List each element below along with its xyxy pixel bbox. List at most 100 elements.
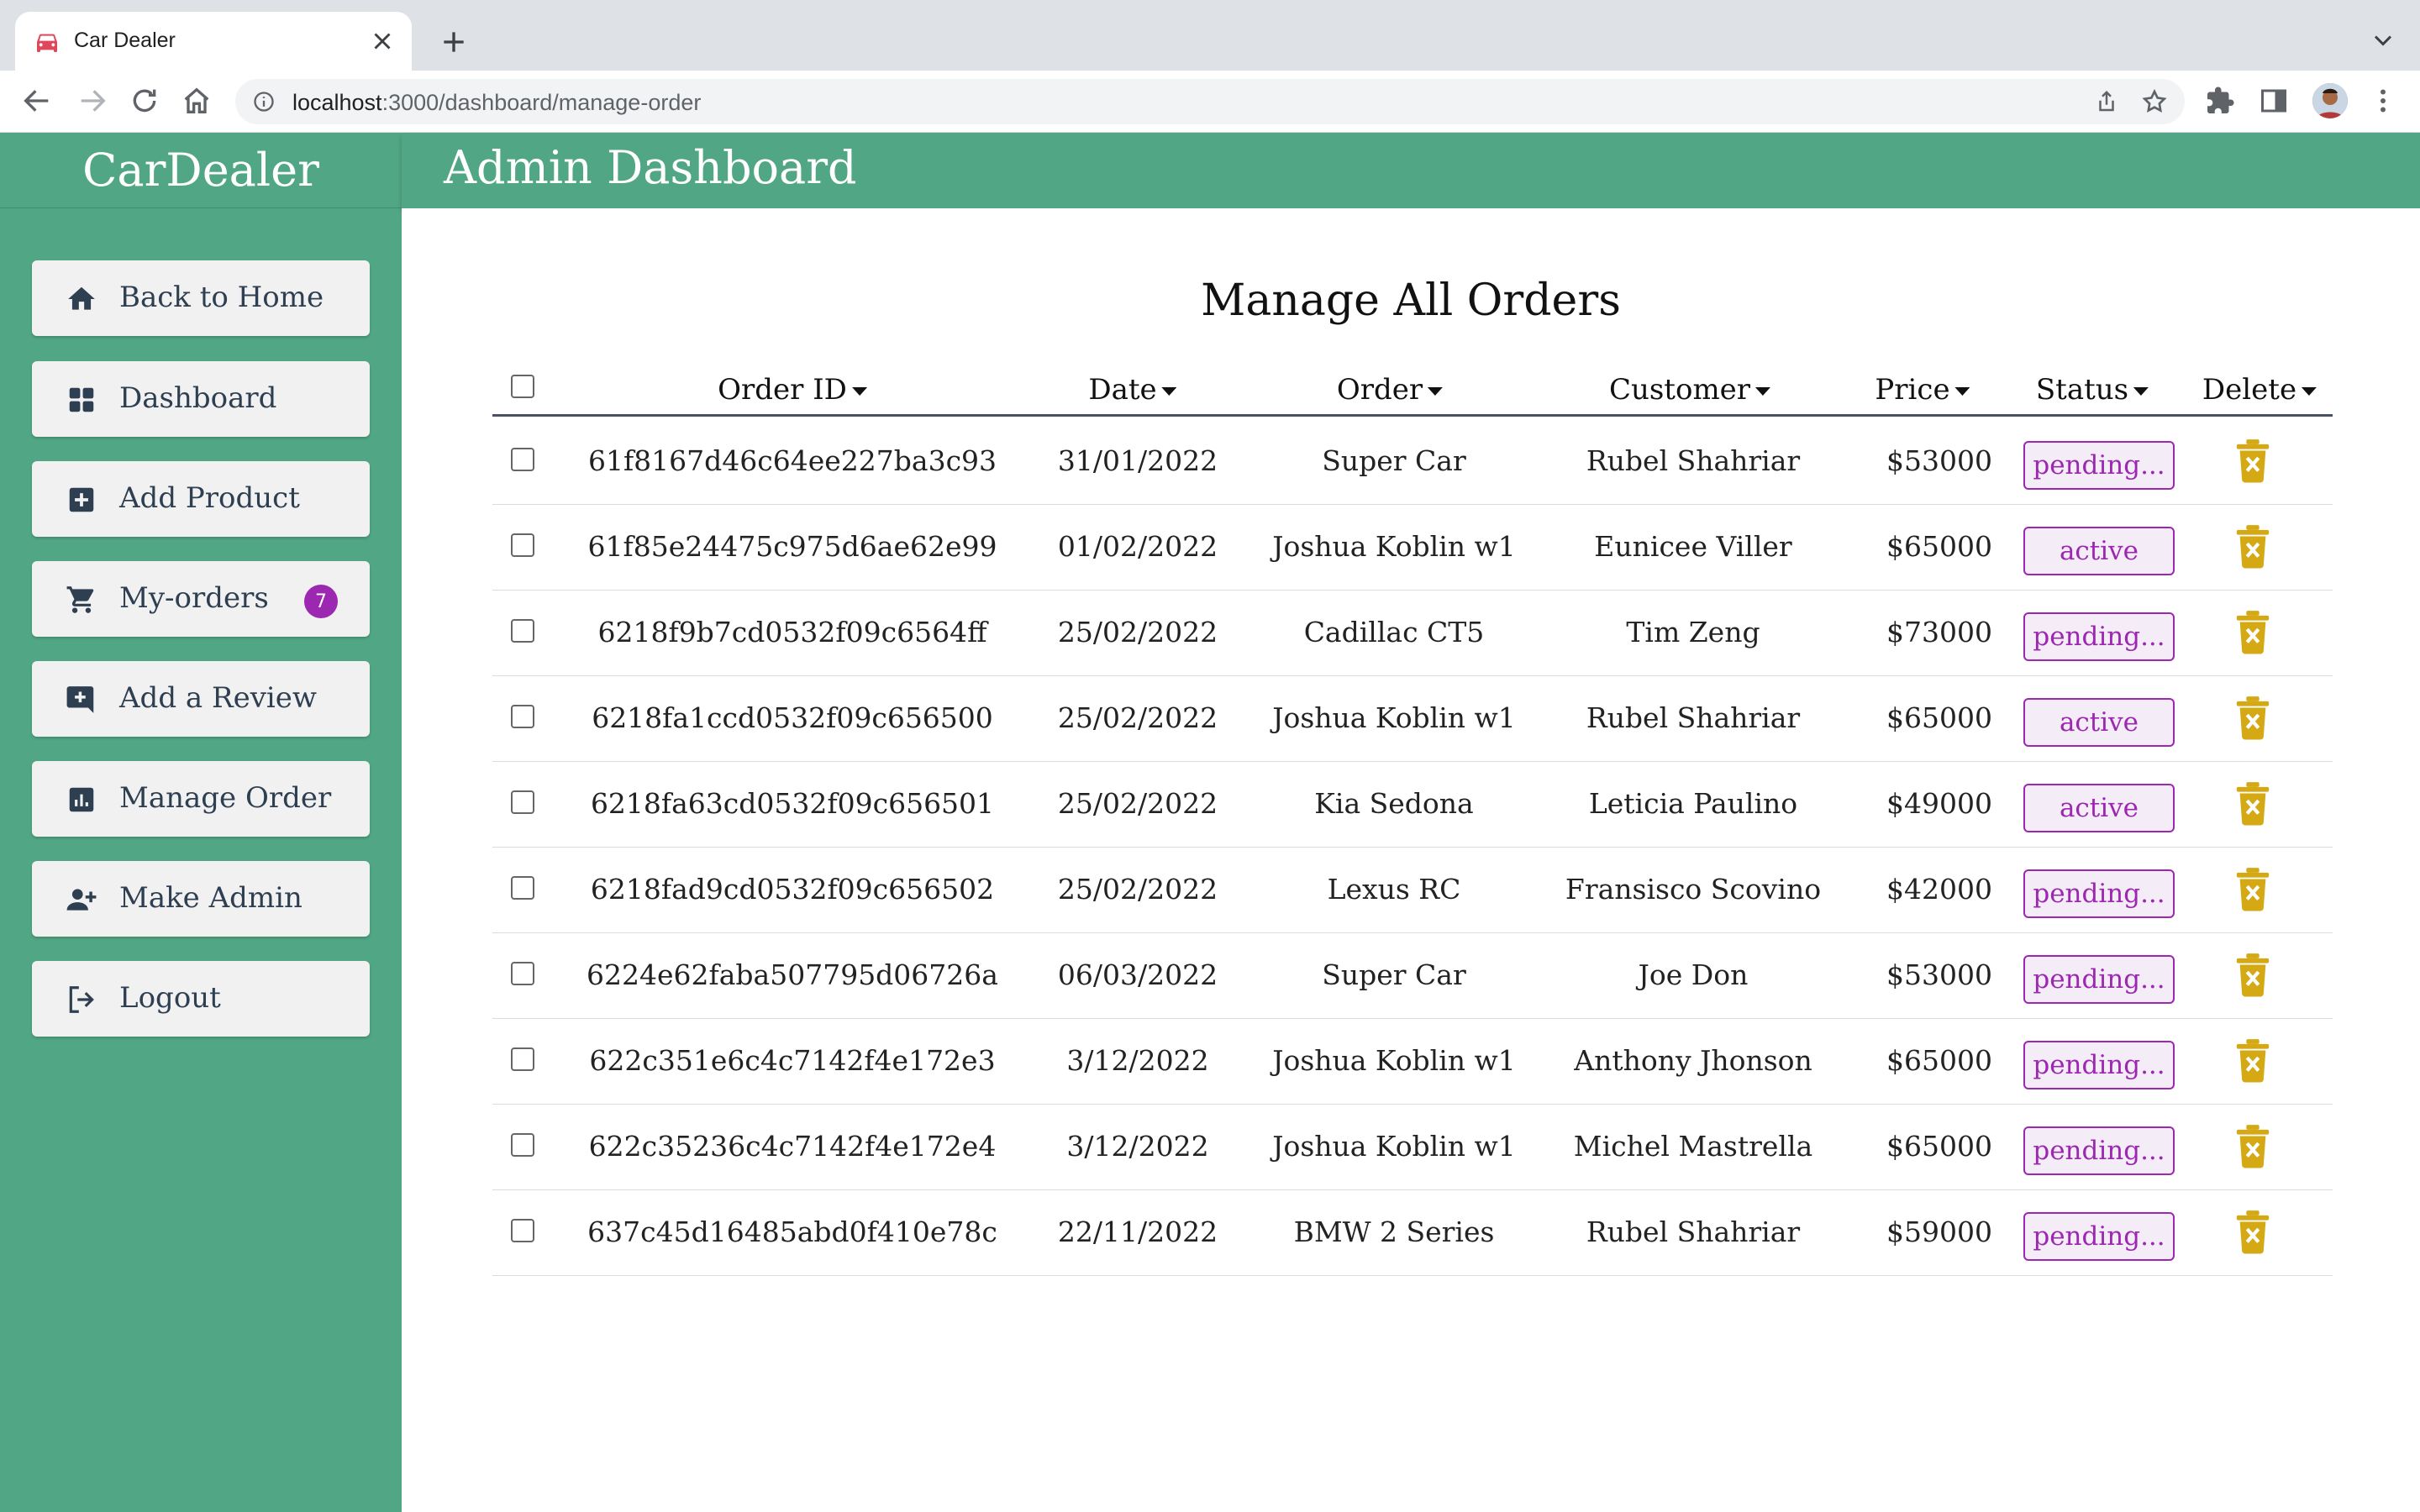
table-row: 6218fa1ccd0532f09c656500 25/02/2022 Joshua… [492, 676, 2333, 762]
delete-icon[interactable] [2233, 1037, 2272, 1083]
customer-cell: Eunicee Viller [1594, 530, 1792, 563]
row-checkbox[interactable] [511, 619, 534, 643]
row-checkbox[interactable] [511, 705, 534, 728]
status-button[interactable]: pending... [2023, 955, 2175, 1004]
row-checkbox[interactable] [511, 1047, 534, 1071]
dashboard-icon [69, 387, 94, 412]
status-button[interactable]: pending... [2023, 612, 2175, 661]
status-button[interactable]: pending... [2023, 869, 2175, 918]
row-checkbox[interactable] [511, 533, 534, 557]
sort-caret-icon [1755, 387, 1771, 396]
status-button[interactable]: pending... [2023, 1212, 2175, 1261]
delete-icon[interactable] [2233, 866, 2272, 911]
status-button[interactable]: pending... [2023, 1041, 2175, 1089]
row-checkbox[interactable] [511, 1133, 534, 1157]
browser-tab[interactable]: Car Dealer [15, 12, 412, 71]
row-checkbox[interactable] [511, 448, 534, 471]
column-header-status[interactable]: Status [2036, 373, 2149, 407]
add-box-icon [69, 487, 94, 512]
sidebar-item-back-to-home[interactable]: Back to Home [32, 260, 370, 336]
delete-icon[interactable] [2233, 695, 2272, 740]
price-cell: $49000 [1886, 787, 1992, 820]
column-header-order-id[interactable]: Order ID [718, 373, 867, 407]
column-header-date[interactable]: Date [1088, 373, 1177, 407]
row-checkbox[interactable] [511, 876, 534, 900]
home-browser-icon[interactable] [180, 84, 213, 118]
sidebar-item-logout[interactable]: Logout [32, 961, 370, 1037]
customer-cell: Fransisco Scovino [1565, 873, 1822, 906]
address-bar[interactable]: localhost:3000/dashboard/manage-order [235, 79, 2185, 124]
delete-icon[interactable] [2233, 780, 2272, 826]
sidebar-item-label: My-orders [119, 581, 269, 615]
order-cell: BMW 2 Series [1293, 1215, 1495, 1248]
table-row: 6218f9b7cd0532f09c6564ff 25/02/2022 Cadill… [492, 591, 2333, 676]
delete-icon[interactable] [2233, 523, 2272, 569]
column-header-order[interactable]: Order [1337, 373, 1444, 407]
extensions-icon[interactable] [2205, 86, 2235, 116]
status-button[interactable]: pending... [2023, 441, 2175, 490]
date-cell: 31/01/2022 [1057, 444, 1218, 477]
column-header-price[interactable]: Price [1875, 373, 1970, 407]
sidebar-item-my-orders[interactable]: My-orders 7 [32, 561, 370, 637]
cart-icon [66, 586, 94, 613]
order-cell: Lexus RC [1327, 873, 1461, 906]
brand-logo[interactable]: CarDealer [0, 133, 402, 208]
column-header-delete[interactable]: Delete [2202, 373, 2317, 407]
status-button[interactable]: active [2023, 784, 2175, 832]
column-header-customer[interactable]: Customer [1609, 373, 1771, 407]
delete-icon[interactable] [2233, 438, 2272, 483]
table-row: 6218fa63cd0532f09c656501 25/02/2022 Kia Se… [492, 762, 2333, 848]
info-icon[interactable] [252, 90, 276, 113]
kebab-menu-icon[interactable] [2368, 86, 2398, 116]
order-cell: Joshua Koblin w1 [1272, 1130, 1516, 1163]
status-button[interactable]: active [2023, 698, 2175, 747]
price-cell: $59000 [1886, 1215, 1992, 1248]
back-icon[interactable] [20, 84, 54, 118]
delete-icon[interactable] [2233, 609, 2272, 654]
delete-icon[interactable] [2233, 1209, 2272, 1254]
side-panel-icon[interactable] [2259, 86, 2289, 116]
table-row: 622c35236c4c7142f4e172e4 3/12/2022 Joshua … [492, 1105, 2333, 1190]
sidebar-item-add-a-review[interactable]: Add a Review [32, 661, 370, 737]
chevron-down-icon[interactable] [2368, 25, 2398, 55]
order-cell: Joshua Koblin w1 [1272, 530, 1516, 563]
customer-cell: Anthony Jhonson [1574, 1044, 1812, 1077]
row-checkbox[interactable] [511, 962, 534, 985]
order-cell: Joshua Koblin w1 [1272, 1044, 1516, 1077]
url-path: :3000/dashboard/manage-order [381, 90, 702, 115]
sidebar-item-label: Add Product [119, 481, 300, 515]
reload-icon[interactable] [128, 84, 161, 118]
profile-photo-icon [2312, 83, 2348, 118]
customer-cell: Rubel Shahriar [1586, 1215, 1801, 1248]
sidebar-item-make-admin[interactable]: Make Admin [32, 861, 370, 937]
table-row: 622c351e6c4c7142f4e172e3 3/12/2022 Joshua … [492, 1019, 2333, 1105]
close-icon[interactable] [368, 27, 397, 55]
sidebar-item-dashboard[interactable]: Dashboard [32, 361, 370, 437]
delete-icon[interactable] [2233, 1123, 2272, 1168]
sort-caret-icon [1428, 387, 1444, 396]
status-button[interactable]: pending... [2023, 1126, 2175, 1175]
analytics-icon [69, 787, 94, 812]
status-button[interactable]: active [2023, 527, 2175, 575]
order-cell: Super Car [1322, 444, 1466, 477]
table-row: 61f85e24475c975d6ae62e99 01/02/2022 Joshua… [492, 505, 2333, 591]
order-id-cell: 6218fad9cd0532f09c656502 [590, 873, 995, 906]
share-icon[interactable] [2094, 89, 2119, 114]
new-tab-icon[interactable] [437, 25, 471, 59]
sort-caret-icon [1954, 387, 1970, 396]
sidebar-item-add-product[interactable]: Add Product [32, 461, 370, 537]
logout-icon [69, 986, 94, 1013]
delete-icon[interactable] [2233, 952, 2272, 997]
row-checkbox[interactable] [511, 790, 534, 814]
order-id-cell: 6224e62faba507795d06726a [587, 958, 998, 991]
order-id-cell: 6218fa63cd0532f09c656501 [590, 787, 995, 820]
avatar[interactable] [2312, 83, 2348, 118]
table-header: Order ID Date Order Customer Price Statu… [492, 361, 2333, 417]
forward-icon[interactable] [76, 84, 109, 118]
url-text: localhost:3000/dashboard/manage-order [292, 90, 701, 116]
row-checkbox[interactable] [511, 1219, 534, 1242]
sidebar-item-manage-order[interactable]: Manage Order [32, 761, 370, 837]
star-icon[interactable] [2141, 88, 2168, 115]
page-header-title: Admin Dashboard [444, 141, 857, 194]
select-all-checkbox[interactable] [511, 375, 534, 398]
